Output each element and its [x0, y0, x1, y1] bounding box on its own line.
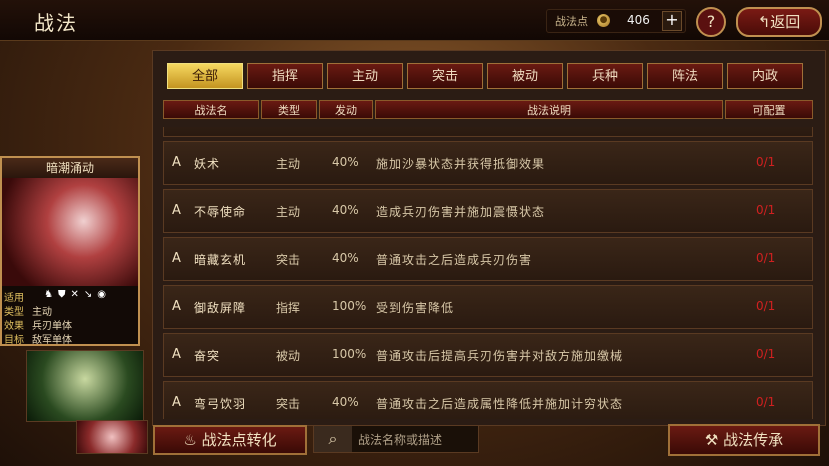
skill-count: 0/1 [756, 155, 776, 169]
col-name: 战法名 [163, 100, 259, 119]
col-type: 类型 [261, 100, 317, 119]
hammer-icon: ⚒ [704, 431, 719, 449]
skill-type: 突击 [276, 397, 301, 411]
page-title: 战法 [34, 11, 78, 35]
skill-thumbnail[interactable] [76, 420, 148, 454]
skill-name: 不辱使命 [194, 205, 247, 219]
skill-rate: 40% [332, 155, 359, 169]
table-row[interactable]: A 不辱使命 主动 40% 造成兵刃伤害并施加震慑状态 0/1 [163, 189, 813, 233]
skill-list[interactable]: A 妖术 主动 40% 施加沙暴状态并获得抵御效果 0/1 A 不辱使命 主动 … [163, 127, 813, 419]
tab-formation[interactable]: 阵法 [647, 63, 723, 89]
skill-type: 指挥 [276, 301, 301, 315]
skill-count: 0/1 [756, 251, 776, 265]
target-value: 敌军单体 [32, 335, 72, 346]
back-button[interactable]: ↰返回 [736, 7, 822, 37]
coin-icon: ● [597, 14, 610, 27]
back-arrow-icon: ↰ [757, 13, 771, 31]
skill-detail-card[interactable]: 暗潮涌动 适用 ♞⛊✕↘◉ 类型 主动 效果 兵刃单体 目标 敌军单体 [0, 156, 140, 346]
skill-name: 御敌屏障 [194, 301, 247, 315]
top-bar: 战法 战法点 ● 406 + ? ↰返回 [0, 0, 829, 41]
points-value: 406 [627, 13, 650, 27]
skill-desc: 普通攻击之后造成兵刃伤害 [376, 253, 533, 267]
grade-badge: A [172, 251, 181, 266]
grade-badge: A [172, 155, 181, 170]
skill-rate: 40% [332, 395, 359, 409]
skill-rate: 100% [332, 299, 367, 313]
skill-rate: 100% [332, 347, 367, 361]
inherit-skill-button[interactable]: ⚒ 战法传承 [668, 424, 820, 456]
skill-name: 暗藏玄机 [194, 253, 247, 267]
skill-name: 奋突 [194, 349, 221, 363]
tab-assault[interactable]: 突击 [407, 63, 483, 89]
skill-thumbnail[interactable] [26, 350, 144, 422]
back-label: 返回 [770, 13, 801, 31]
fire-icon: ♨ [183, 431, 197, 449]
skill-desc: 普通攻击之后造成属性降低并施加计穷状态 [376, 397, 624, 411]
tab-command[interactable]: 指挥 [247, 63, 323, 89]
skill-desc: 受到伤害降低 [376, 301, 455, 315]
effect-row: 效果 兵刃单体 [4, 317, 72, 332]
skill-rate: 40% [332, 203, 359, 217]
add-points-button[interactable]: + [662, 11, 682, 31]
skill-type: 主动 [276, 205, 301, 219]
skill-count: 0/1 [756, 395, 776, 409]
grade-badge: A [172, 395, 181, 410]
skill-type: 突击 [276, 253, 301, 267]
table-row[interactable]: A 妖术 主动 40% 施加沙暴状态并获得抵御效果 0/1 [163, 141, 813, 185]
col-count: 可配置 [725, 100, 813, 119]
card-title: 暗潮涌动 [2, 158, 138, 178]
skill-illustration [2, 178, 138, 286]
tab-all[interactable]: 全部 [167, 63, 243, 89]
convert-points-button[interactable]: ♨ 战法点转化 [153, 425, 307, 455]
skill-count: 0/1 [756, 347, 776, 361]
skill-desc: 普通攻击后提高兵刃伤害并对敌方施加缴械 [376, 349, 624, 363]
troop-type-icons: ♞⛊✕↘◉ [44, 289, 111, 300]
skill-points-display: 战法点 ● 406 + [546, 9, 686, 33]
grade-badge: A [172, 299, 181, 314]
col-rate: 发动 [319, 100, 373, 119]
table-row[interactable]: A 暗藏玄机 突击 40% 普通攻击之后造成兵刃伤害 0/1 [163, 237, 813, 281]
skill-name: 妖术 [194, 157, 221, 171]
table-row[interactable] [163, 127, 813, 137]
points-label: 战法点 [555, 15, 588, 28]
skill-rate: 40% [332, 251, 359, 265]
target-row: 目标 敌军单体 [4, 331, 72, 346]
grade-badge: A [172, 203, 181, 218]
skill-list-panel: 全部 指挥 主动 突击 被动 兵种 阵法 内政 战法名 类型 发动 战法说明 可… [152, 50, 826, 426]
skill-name: 弯弓饮羽 [194, 397, 247, 411]
search-box: ⌕ [313, 425, 479, 453]
convert-label: 战法点转化 [201, 431, 277, 449]
table-row[interactable]: A 奋突 被动 100% 普通攻击后提高兵刃伤害并对敌方施加缴械 0/1 [163, 333, 813, 377]
applicable-row: 适用 ♞⛊✕↘◉ [4, 289, 106, 304]
target-label: 目标 [4, 335, 24, 346]
tab-troop[interactable]: 兵种 [567, 63, 643, 89]
help-button[interactable]: ? [696, 7, 726, 37]
col-desc: 战法说明 [375, 100, 723, 119]
skill-type: 被动 [276, 349, 301, 363]
inherit-label: 战法传承 [723, 431, 784, 449]
table-row[interactable]: A 御敌屏障 指挥 100% 受到伤害降低 0/1 [163, 285, 813, 329]
skill-count: 0/1 [756, 203, 776, 217]
tab-active[interactable]: 主动 [327, 63, 403, 89]
table-row[interactable]: A 弯弓饮羽 突击 40% 普通攻击之后造成属性降低并施加计穷状态 0/1 [163, 381, 813, 419]
card-info: 适用 ♞⛊✕↘◉ 类型 主动 效果 兵刃单体 目标 敌军单体 [2, 286, 138, 346]
search-input[interactable] [356, 429, 478, 451]
type-row: 类型 主动 [4, 303, 52, 318]
tab-passive[interactable]: 被动 [487, 63, 563, 89]
search-icon[interactable]: ⌕ [314, 426, 352, 452]
tab-internal[interactable]: 内政 [727, 63, 803, 89]
grade-badge: A [172, 347, 181, 362]
skill-count: 0/1 [756, 299, 776, 313]
skill-type: 主动 [276, 157, 301, 171]
skill-desc: 造成兵刃伤害并施加震慑状态 [376, 205, 546, 219]
skill-desc: 施加沙暴状态并获得抵御效果 [376, 157, 546, 171]
